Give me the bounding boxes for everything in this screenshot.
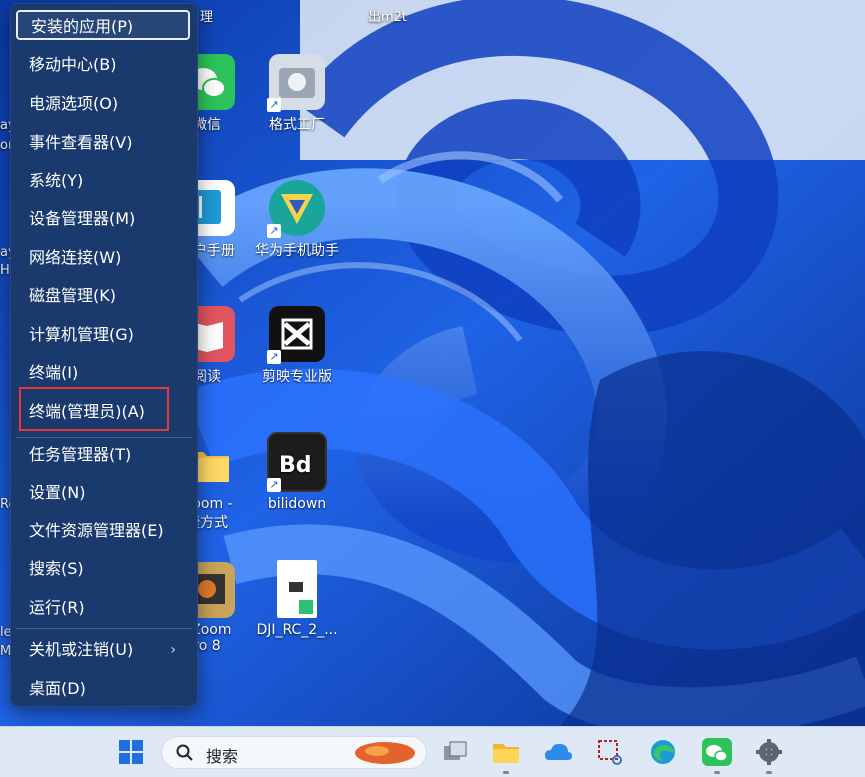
search-highlight-art-icon (355, 742, 415, 764)
settings-button[interactable] (752, 736, 786, 768)
dji-file-icon[interactable]: DJI_RC_2_... (252, 560, 342, 638)
shortcut-arrow-icon: ↗ (267, 478, 281, 492)
wechat-icon (702, 738, 732, 766)
taskbar-search-box[interactable]: 搜索 (161, 736, 427, 769)
menu-item-event-viewer[interactable]: 事件查看器(V) (16, 128, 190, 158)
snipping-tool-icon (598, 740, 622, 765)
highlight-box (19, 387, 169, 431)
search-icon (176, 744, 193, 761)
wechat-button[interactable] (700, 736, 734, 768)
running-indicator (503, 771, 509, 774)
edge-button[interactable] (646, 736, 680, 768)
menu-item-device-manager[interactable]: 设备管理器(M) (16, 204, 190, 234)
bilidown-logo-icon: Bd ↗ (267, 432, 327, 492)
menu-item-computer-management[interactable]: 计算机管理(G) (16, 320, 190, 350)
onedrive-button[interactable] (541, 736, 575, 768)
document-icon (277, 560, 317, 618)
menu-item-settings[interactable]: 设置(N) (16, 478, 190, 508)
menu-separator (16, 628, 192, 629)
format-factory-logo-icon: ↗ (267, 54, 325, 112)
menu-item-network-connections[interactable]: 网络连接(W) (16, 243, 190, 273)
menu-item-mobility-center[interactable]: 移动中心(B) (16, 50, 190, 80)
menu-item-label: 关机或注销(U) (29, 640, 134, 659)
edge-text: H (0, 263, 10, 278)
menu-item-run[interactable]: 运行(R) (16, 593, 190, 623)
gear-icon (756, 739, 782, 765)
menu-item-search[interactable]: 搜索(S) (16, 554, 190, 584)
taskbar: 搜索 (0, 726, 865, 777)
svg-text:Bd: Bd (279, 453, 312, 478)
menu-item-power-options[interactable]: 电源选项(O) (16, 89, 190, 119)
running-indicator (714, 771, 720, 774)
menu-item-installed-apps[interactable]: 安装的应用(P) (16, 10, 190, 40)
menu-item-task-manager[interactable]: 任务管理器(T) (16, 440, 190, 470)
running-indicator (766, 771, 772, 774)
menu-item-shutdown-signout[interactable]: 关机或注销(U) › (16, 635, 190, 665)
cloud-icon (545, 743, 572, 760)
menu-item-desktop[interactable]: 桌面(D) (16, 674, 190, 704)
shortcut-arrow-icon: ↗ (267, 98, 281, 112)
task-view-icon (444, 741, 467, 760)
snipping-tool-button[interactable] (593, 736, 627, 768)
capcut-logo-icon: ↗ (267, 306, 325, 364)
menu-item-system[interactable]: 系统(Y) (16, 166, 190, 196)
chevron-right-icon: › (170, 642, 176, 658)
menu-item-file-explorer[interactable]: 文件资源管理器(E) (16, 516, 190, 546)
capcut-icon[interactable]: ↗ 剪映专业版 (252, 306, 342, 386)
menu-separator (16, 437, 192, 438)
desktop-label-partial: 出m2t (368, 10, 408, 25)
desktop-label-partial: 理 (200, 10, 214, 25)
format-factory-icon[interactable]: ↗ 格式工厂 (252, 54, 342, 134)
search-placeholder: 搜索 (206, 747, 239, 766)
file-explorer-button[interactable] (489, 736, 523, 768)
menu-item-disk-management[interactable]: 磁盘管理(K) (16, 281, 190, 311)
windows-logo-icon (119, 740, 143, 764)
shortcut-arrow-icon: ↗ (267, 350, 281, 364)
menu-item-terminal[interactable]: 终端(I) (16, 358, 190, 388)
winx-context-menu: 安装的应用(P) 移动中心(B) 电源选项(O) 事件查看器(V) 系统(Y) … (10, 3, 198, 707)
huawei-logo-icon: ↗ (267, 180, 325, 238)
shortcut-arrow-icon: ↗ (267, 224, 281, 238)
start-button[interactable] (114, 736, 148, 768)
bilidown-icon[interactable]: Bd ↗ bilidown (252, 432, 342, 512)
folder-icon (493, 744, 519, 763)
huawei-assistant-icon[interactable]: ↗ 华为手机助手 (252, 180, 342, 260)
task-view-button[interactable] (438, 736, 472, 768)
edge-browser-icon (651, 740, 675, 764)
